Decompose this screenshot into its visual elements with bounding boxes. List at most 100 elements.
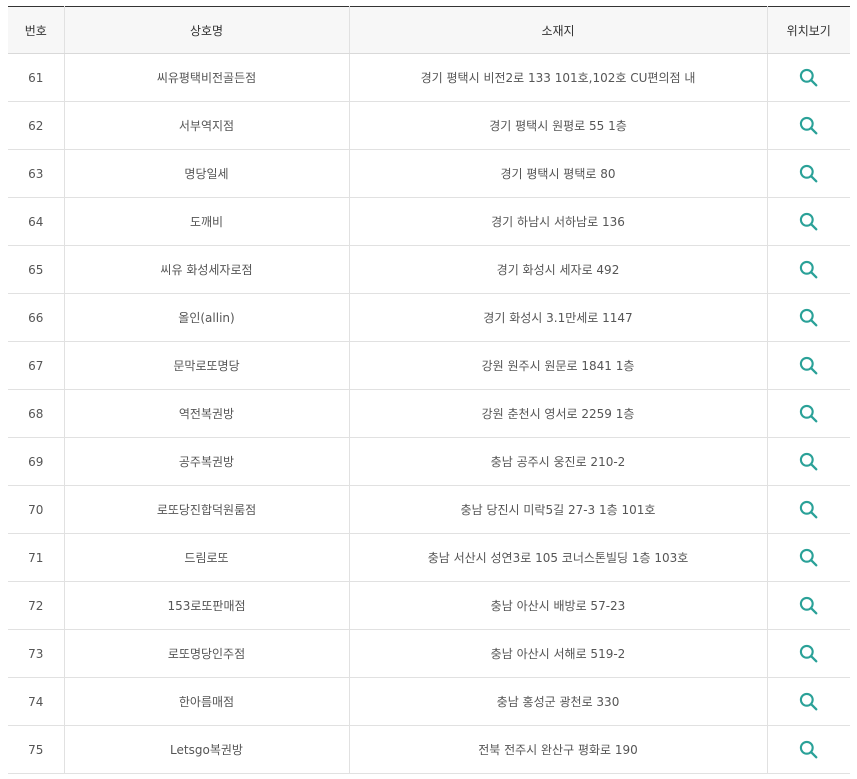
search-icon	[800, 212, 818, 231]
store-name: 명당일세	[63, 149, 349, 198]
store-name: 공주복권방	[63, 437, 349, 486]
row-number: 74	[8, 677, 64, 726]
store-address: 충남 서산시 성연3로 105 코너스톤빌딩 1층 103호	[348, 533, 767, 582]
search-icon	[800, 644, 818, 663]
header-row: 번호 상호명 소재지 위치보기	[8, 6, 850, 54]
location-cell	[766, 485, 850, 534]
location-cell	[766, 629, 850, 678]
row-number: 69	[8, 437, 64, 486]
store-address: 전북 전주시 완산구 평화로 190	[348, 725, 767, 774]
location-cell	[766, 245, 850, 294]
location-cell	[766, 197, 850, 246]
view-location-button[interactable]	[796, 113, 822, 139]
store-address: 충남 아산시 서해로 519-2	[348, 629, 767, 678]
table-row: 64 도깨비 경기 하남시 서하남로 136	[8, 197, 850, 246]
store-name: 드림로또	[63, 533, 349, 582]
store-address: 경기 화성시 세자로 492	[348, 245, 767, 294]
row-number: 64	[8, 197, 64, 246]
search-icon	[800, 740, 818, 759]
table-row: 74 한아름매점 충남 홍성군 광천로 330	[8, 677, 850, 726]
location-cell	[766, 341, 850, 390]
view-location-button[interactable]	[796, 161, 822, 187]
view-location-button[interactable]	[796, 449, 822, 475]
search-icon	[800, 596, 818, 615]
view-location-button[interactable]	[796, 257, 822, 283]
store-address: 충남 아산시 배방로 57-23	[348, 581, 767, 630]
store-address: 경기 하남시 서하남로 136	[348, 197, 767, 246]
store-address: 강원 원주시 원문로 1841 1층	[348, 341, 767, 390]
row-number: 71	[8, 533, 64, 582]
store-address: 경기 평택시 비전2로 133 101호,102호 CU편의점 내	[348, 53, 767, 102]
search-icon	[800, 308, 818, 327]
view-location-button[interactable]	[796, 305, 822, 331]
table-row: 63 명당일세 경기 평택시 평택로 80	[8, 149, 850, 198]
store-address: 충남 공주시 웅진로 210-2	[348, 437, 767, 486]
store-address: 충남 당진시 미락5길 27-3 1층 101호	[348, 485, 767, 534]
location-cell	[766, 533, 850, 582]
location-cell	[766, 677, 850, 726]
view-location-button[interactable]	[796, 497, 822, 523]
store-name: 도깨비	[63, 197, 349, 246]
row-number: 70	[8, 485, 64, 534]
row-number: 63	[8, 149, 64, 198]
store-name: 153로또판매점	[63, 581, 349, 630]
store-list-container: 번호 상호명 소재지 위치보기 61 씨유평택비전골든점 경기 평택시 비전2로 1…	[8, 6, 850, 774]
view-location-button[interactable]	[796, 737, 822, 763]
table-row: 73 로또명당인주점 충남 아산시 서해로 519-2	[8, 629, 850, 678]
table-row: 62 서부역지점 경기 평택시 원평로 55 1층	[8, 101, 850, 150]
store-name: 한아름매점	[63, 677, 349, 726]
view-location-button[interactable]	[796, 545, 822, 571]
table-row: 61 씨유평택비전골든점 경기 평택시 비전2로 133 101호,102호 CU편…	[8, 53, 850, 102]
location-cell	[766, 53, 850, 102]
store-table: 번호 상호명 소재지 위치보기 61 씨유평택비전골든점 경기 평택시 비전2로 1…	[8, 6, 850, 774]
location-cell	[766, 389, 850, 438]
view-location-button[interactable]	[796, 209, 822, 235]
row-number: 67	[8, 341, 64, 390]
store-address: 경기 평택시 원평로 55 1층	[348, 101, 767, 150]
row-number: 68	[8, 389, 64, 438]
store-name: Letsgo복권방	[63, 725, 349, 774]
header-no: 번호	[8, 6, 64, 54]
search-icon	[800, 356, 818, 375]
search-icon	[800, 116, 818, 135]
search-icon	[800, 68, 818, 87]
table-body: 61 씨유평택비전골든점 경기 평택시 비전2로 133 101호,102호 CU편…	[8, 53, 850, 774]
search-icon	[800, 404, 818, 423]
store-name: 씨유 화성세자로점	[63, 245, 349, 294]
view-location-button[interactable]	[796, 641, 822, 667]
view-location-button[interactable]	[796, 689, 822, 715]
table-row: 70 로또당진합덕원룸점 충남 당진시 미락5길 27-3 1층 101호	[8, 485, 850, 534]
table-row: 69 공주복권방 충남 공주시 웅진로 210-2	[8, 437, 850, 486]
view-location-button[interactable]	[796, 593, 822, 619]
row-number: 65	[8, 245, 64, 294]
row-number: 61	[8, 53, 64, 102]
store-address: 경기 화성시 3.1만세로 1147	[348, 293, 767, 342]
table-row: 75 Letsgo복권방 전북 전주시 완산구 평화로 190	[8, 725, 850, 774]
store-name: 문막로또명당	[63, 341, 349, 390]
table-row: 66 올인(allin) 경기 화성시 3.1만세로 1147	[8, 293, 850, 342]
search-icon	[800, 164, 818, 183]
store-name: 올인(allin)	[63, 293, 349, 342]
header-address: 소재지	[348, 6, 767, 54]
search-icon	[800, 692, 818, 711]
table-header: 번호 상호명 소재지 위치보기	[8, 6, 850, 54]
view-location-button[interactable]	[796, 353, 822, 379]
store-name: 서부역지점	[63, 101, 349, 150]
store-address: 경기 평택시 평택로 80	[348, 149, 767, 198]
location-cell	[766, 293, 850, 342]
search-icon	[800, 500, 818, 519]
header-location: 위치보기	[766, 6, 850, 54]
location-cell	[766, 437, 850, 486]
search-icon	[800, 260, 818, 279]
table-row: 65 씨유 화성세자로점 경기 화성시 세자로 492	[8, 245, 850, 294]
store-name: 역전복권방	[63, 389, 349, 438]
store-address: 강원 춘천시 영서로 2259 1층	[348, 389, 767, 438]
view-location-button[interactable]	[796, 401, 822, 427]
view-location-button[interactable]	[796, 65, 822, 91]
location-cell	[766, 725, 850, 774]
row-number: 66	[8, 293, 64, 342]
row-number: 75	[8, 725, 64, 774]
search-icon	[800, 548, 818, 567]
store-name: 로또당진합덕원룸점	[63, 485, 349, 534]
search-icon	[800, 452, 818, 471]
